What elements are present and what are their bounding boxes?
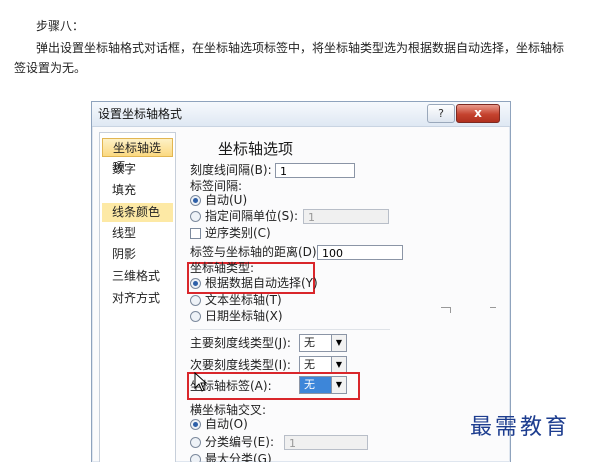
panel-heading: 坐标轴选项 (218, 140, 294, 158)
cross-auto-label: 自动(O) (205, 417, 248, 431)
auto-interval-label: 自动(U) (205, 193, 248, 207)
minor-tick-value: 无 (304, 358, 315, 371)
step-title: 步骤八： (36, 19, 85, 33)
tick-interval-input[interactable]: 1 (275, 163, 355, 178)
article-text: 步骤八： 弹出设置坐标轴格式对话框，在坐标轴选项标签中，将坐标轴类型选为根据数据… (0, 0, 591, 90)
watermark-logo: 最需教育 (470, 415, 571, 440)
corner-mark (450, 307, 451, 313)
axis-type-date-label: 日期坐标轴(X) (205, 309, 283, 323)
reverse-order-label: 逆序类别(C) (205, 226, 271, 240)
minor-tick-label: 次要刻度线类型(I): (190, 358, 291, 372)
chevron-down-icon[interactable]: ▼ (331, 335, 346, 351)
paragraph-line-2: 签设置为无。 (14, 61, 87, 75)
label-distance-label: 标签与坐标轴的距离(D): (190, 245, 321, 259)
nav-item-number[interactable]: 数字 (100, 160, 175, 179)
reverse-order-checkbox[interactable] (190, 228, 201, 239)
axis-type-auto-radio[interactable] (190, 278, 201, 289)
label-distance-input[interactable]: 100 (317, 245, 403, 260)
major-tick-label: 主要刻度线类型(J): (190, 336, 291, 350)
tick-interval-label: 刻度线间隔(B): (190, 163, 272, 177)
specify-unit-radio[interactable] (190, 211, 201, 222)
major-tick-select[interactable]: 无 ▼ (299, 334, 347, 352)
nav-item-axis-options[interactable]: 坐标轴选项 (102, 138, 173, 174)
cross-category-radio[interactable] (190, 437, 201, 448)
cross-category-label: 分类编号(E): (205, 435, 274, 449)
axis-type-text-label: 文本坐标轴(T) (205, 293, 282, 307)
corner-mark (490, 307, 496, 308)
dialog-titlebar[interactable]: 设置坐标轴格式 ? x (92, 102, 510, 127)
axis-labels-value: 无 (304, 378, 315, 391)
chevron-down-icon[interactable]: ▼ (331, 357, 346, 373)
nav-item-shadow[interactable]: 阴影 (100, 245, 175, 264)
axis-type-label: 坐标轴类型: (190, 261, 255, 275)
category-nav: 坐标轴选项 数字 填充 线条颜色 线型 阴影 三维格式 对齐方式 (99, 132, 176, 462)
major-tick-value: 无 (304, 336, 315, 349)
nav-item-line-style[interactable]: 线型 (100, 224, 175, 243)
auto-interval-radio[interactable] (190, 195, 201, 206)
chevron-down-icon[interactable]: ▼ (331, 377, 346, 393)
axis-type-auto-label: 根据数据自动选择(Y) (205, 276, 318, 290)
format-axis-dialog: 设置坐标轴格式 ? x 坐标轴选项 数字 填充 线条颜色 线型 阴影 三维格式 … (91, 101, 511, 462)
nav-item-3d-format[interactable]: 三维格式 (100, 267, 175, 286)
mouse-pointer-icon (194, 372, 208, 392)
axis-type-date-radio[interactable] (190, 311, 201, 322)
close-button[interactable]: x (456, 104, 500, 123)
help-button[interactable]: ? (427, 104, 455, 123)
nav-item-alignment[interactable]: 对齐方式 (100, 289, 175, 308)
nav-item-fill[interactable]: 填充 (100, 181, 175, 200)
specify-unit-label: 指定间隔单位(S): (205, 209, 299, 223)
cross-category-input[interactable]: 1 (284, 435, 368, 450)
cross-auto-radio[interactable] (190, 419, 201, 430)
dialog-title: 设置坐标轴格式 (98, 107, 183, 121)
axis-type-text-radio[interactable] (190, 295, 201, 306)
cross-max-label: 最大分类(G) (205, 452, 272, 462)
section-divider (190, 329, 390, 330)
specify-unit-input[interactable]: 1 (303, 209, 389, 224)
paragraph-line-1: 弹出设置坐标轴格式对话框，在坐标轴选项标签中，将坐标轴类型选为根据数据自动选择，… (36, 41, 565, 55)
axis-labels-select[interactable]: 无 ▼ (299, 376, 347, 394)
nav-item-line-color[interactable]: 线条颜色 (102, 203, 173, 222)
axis-options-panel: 坐标轴选项 刻度线间隔(B): 1 标签间隔: 自动(U) 指定间隔单位(S):… (180, 132, 510, 462)
